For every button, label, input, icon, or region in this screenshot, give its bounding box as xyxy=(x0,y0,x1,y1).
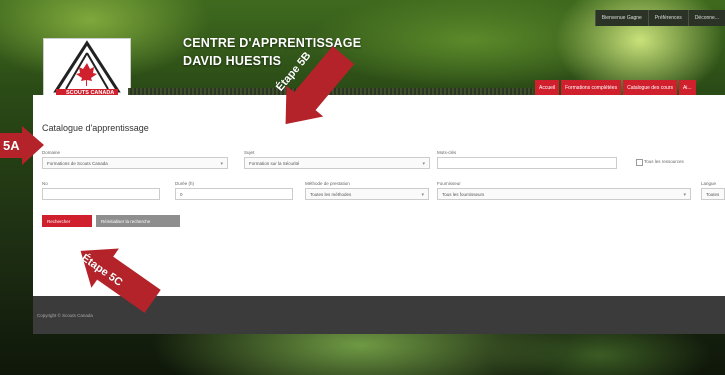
langue-select[interactable]: Toutes xyxy=(701,188,725,200)
id-input[interactable] xyxy=(42,188,160,200)
nav-item-more[interactable]: Ai... xyxy=(678,80,696,96)
tous-ressources-checkbox[interactable] xyxy=(636,159,643,166)
utility-link-logout[interactable]: Déconne... xyxy=(687,10,725,26)
label-id: No xyxy=(42,181,48,186)
langue-value: Toutes xyxy=(706,192,720,197)
utility-nav: Bienvenue Gagne Préférences Déconne... xyxy=(594,10,725,26)
chevron-down-icon: ▾ xyxy=(421,192,424,198)
scouts-canada-logo[interactable]: SCOUTS CANADA xyxy=(43,38,131,102)
label-methode: Méthode de prestation xyxy=(305,181,350,186)
sujet-value: Formation sur la Sécurité xyxy=(249,161,300,166)
domaine-select[interactable]: Formations de Scouts Canada ▾ xyxy=(42,157,228,169)
label-fournisseur: Fournisseur xyxy=(437,181,461,186)
main-nav: Accueil Formations complétées Catalogue … xyxy=(533,80,696,96)
chevron-down-icon: ▾ xyxy=(422,161,425,167)
fournisseur-value: Tous les fournisseurs xyxy=(442,192,485,197)
site-title: CENTRE D'APPRENTISSAGE DAVID HUESTIS xyxy=(183,34,361,70)
chevron-down-icon: ▾ xyxy=(683,192,686,198)
nav-item-catalogue[interactable]: Catalogue des cours xyxy=(623,80,677,96)
page-title: Catalogue d'apprentissage xyxy=(42,123,149,133)
domaine-value: Formations de Scouts Canada xyxy=(47,161,108,166)
sujet-select[interactable]: Formation sur la Sécurité ▾ xyxy=(244,157,430,169)
label-mots-cles: Mots-clés xyxy=(437,150,457,155)
fournisseur-select[interactable]: Tous les fournisseurs ▾ xyxy=(437,188,691,200)
utility-link-preferences[interactable]: Préférences xyxy=(647,10,688,26)
footer-copyright: Copyright © Scouts Canada xyxy=(37,313,93,318)
catalogue-panel: Catalogue d'apprentissage Domaine Format… xyxy=(33,95,725,296)
mots-cles-input[interactable] xyxy=(437,157,617,169)
nav-item-accueil[interactable]: Accueil xyxy=(535,80,560,96)
site-title-line2: DAVID HUESTIS xyxy=(183,54,282,68)
utility-link-welcome[interactable]: Bienvenue Gagne xyxy=(594,10,648,26)
methode-select[interactable]: Toutes les méthodes ▾ xyxy=(305,188,429,200)
reset-search-button[interactable]: Réinitialiser la recherche xyxy=(96,215,180,227)
duree-input[interactable]: 0 xyxy=(175,188,293,200)
site-title-line1: CENTRE D'APPRENTISSAGE xyxy=(183,36,362,50)
nav-stripe xyxy=(128,88,533,95)
label-langue: Langue xyxy=(701,181,717,186)
label-duree: Durée (h) xyxy=(175,181,195,186)
nav-item-formations-completees[interactable]: Formations complétées xyxy=(561,80,622,96)
label-sujet: Sujet xyxy=(244,150,255,155)
footer: Copyright © Scouts Canada xyxy=(33,296,725,334)
chevron-down-icon: ▾ xyxy=(220,161,223,167)
label-domaine: Domaine xyxy=(42,150,61,155)
methode-value: Toutes les méthodes xyxy=(310,192,352,197)
callout-5a-label: 5A xyxy=(3,138,20,153)
label-tous-ressources: Tous les ressources xyxy=(644,159,684,164)
search-button[interactable]: Rechercher xyxy=(42,215,92,227)
